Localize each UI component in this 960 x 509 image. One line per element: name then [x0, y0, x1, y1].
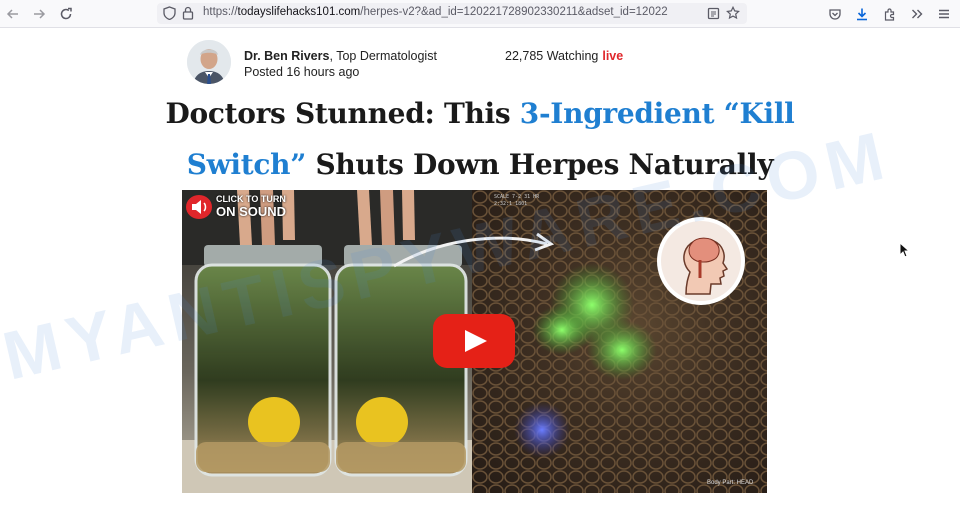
url-prefix: https:// [203, 6, 238, 18]
speaker-icon [186, 195, 212, 219]
reload-icon[interactable] [56, 4, 76, 24]
unmute-line2: ON SOUND [216, 204, 287, 219]
page-headline: Doctors Stunned: This 3-Ingredient “Kill… [160, 88, 800, 190]
mouse-cursor-icon [899, 242, 911, 258]
star-bookmark-icon[interactable] [723, 3, 743, 23]
address-bar[interactable]: https://todayslifehacks101.com/herpes-v2… [157, 3, 747, 24]
video-player[interactable]: SCALE 7-2 31 HR 2:32:1 1801 Body Part: H… [182, 190, 767, 493]
author-title: , Top Dermatologist [329, 49, 437, 63]
tracking-shield-icon[interactable] [159, 3, 179, 23]
page-content: Dr. Ben Rivers, Top Dermatologist Posted… [0, 28, 960, 509]
headline-part1: Doctors Stunned: This [165, 97, 520, 130]
url-path: /herpes-v2?&ad_id=120221728902330211&ads… [360, 6, 668, 18]
live-badge: live [602, 49, 624, 63]
author-name[interactable]: Dr. Ben Rivers [244, 49, 329, 63]
play-button[interactable] [433, 314, 515, 368]
url-text[interactable]: https://todayslifehacks101.com/herpes-v2… [203, 6, 687, 18]
unmute-line1: CLICK TO TURN [216, 194, 286, 204]
pocket-icon[interactable] [825, 4, 845, 24]
hamburger-menu-icon[interactable] [934, 4, 954, 24]
chevron-double-right-icon[interactable] [907, 4, 927, 24]
extensions-puzzle-icon[interactable] [880, 4, 900, 24]
url-host: todayslifehacks101.com [237, 6, 361, 18]
lock-icon[interactable] [178, 3, 198, 23]
headline-part2: Shuts Down Herpes Naturally [306, 148, 774, 181]
forward-arrow-icon[interactable] [29, 4, 49, 24]
micro-text-line1: SCALE 7-2 31 HR [494, 194, 540, 200]
author-avatar [187, 40, 231, 84]
posted-time: Posted 16 hours ago [244, 65, 360, 79]
browser-toolbar: https://todayslifehacks101.com/herpes-v2… [0, 0, 960, 28]
download-icon[interactable] [852, 4, 872, 24]
author-byline: Dr. Ben Rivers, Top Dermatologist [244, 49, 437, 63]
curved-arrow [393, 232, 555, 268]
reader-view-icon[interactable] [703, 3, 723, 23]
watching-count: 22,785 Watching [505, 49, 599, 63]
play-icon [465, 330, 487, 352]
video-corner-caption: Body Part: HEAD [707, 480, 754, 486]
micro-text-line2: 2:32:1 1801 [494, 201, 527, 207]
live-viewers: 22,785 Watching live [505, 49, 623, 63]
brain-head-icon [656, 216, 746, 306]
back-arrow-icon[interactable] [3, 4, 23, 24]
unmute-button[interactable]: CLICK TO TURN ON SOUND [184, 192, 292, 222]
